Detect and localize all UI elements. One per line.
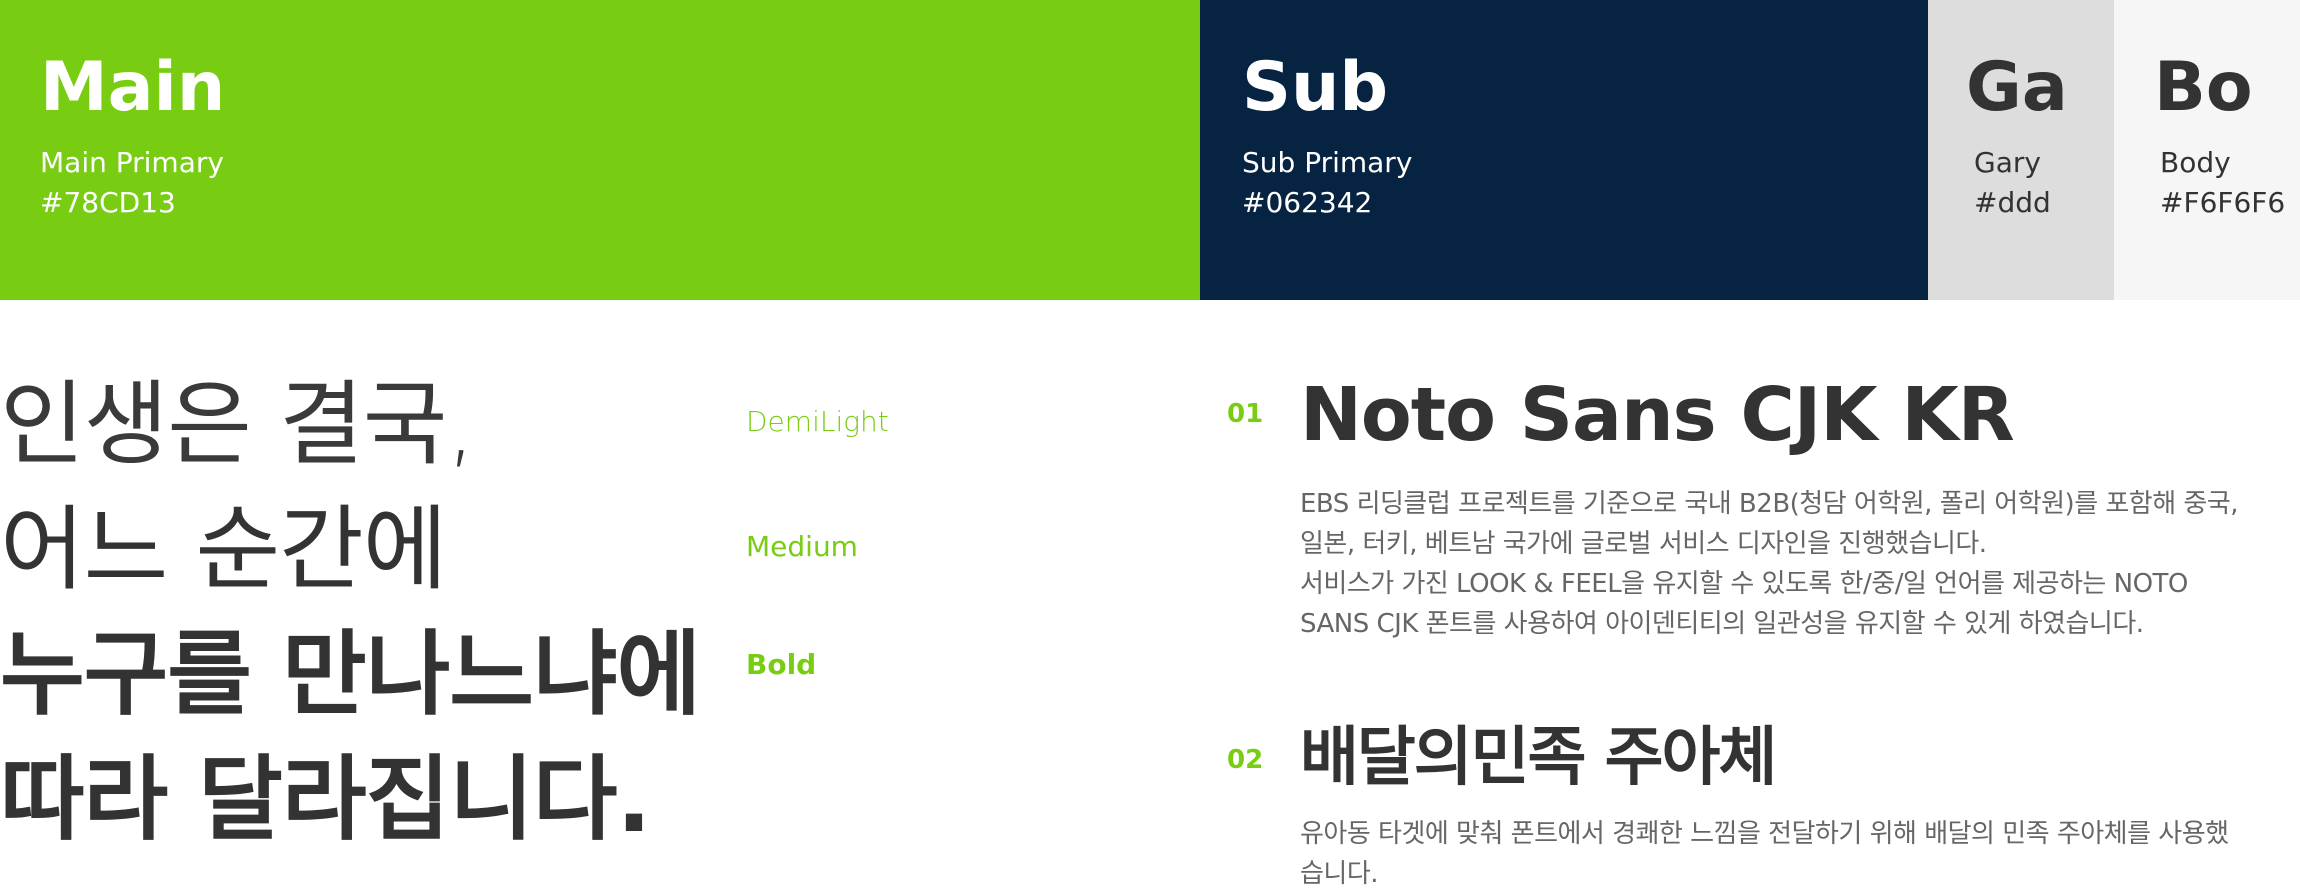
swatch-gray-hex: #ddd bbox=[1974, 186, 2051, 219]
swatch-main-label: Main Primary bbox=[40, 146, 224, 179]
swatch-body-hex: #F6F6F6 bbox=[2160, 186, 2286, 219]
swatch-sub: Sub Sub Primary #062342 bbox=[1200, 0, 1928, 300]
font-2-description-line: 습니다. bbox=[1300, 859, 1379, 889]
swatch-gray-label: Gary bbox=[1974, 146, 2041, 179]
swatch-main-hex: #78CD13 bbox=[40, 186, 176, 219]
swatch-body-title: Bo bbox=[2154, 48, 2253, 127]
swatch-gray: Ga Gary #ddd bbox=[1928, 0, 2114, 300]
slogan-line-3: 누구를 만나느냐에 bbox=[0, 621, 701, 728]
design-guide-page: Main Main Primary #78CD13 Sub Sub Primar… bbox=[0, 0, 2300, 894]
font-2-number: 02 bbox=[1227, 745, 1264, 775]
swatch-body: Bo Body #F6F6F6 bbox=[2114, 0, 2300, 300]
color-palette: Main Main Primary #78CD13 Sub Sub Primar… bbox=[0, 0, 2300, 300]
font-2-description-line: 유아동 타겟에 맞춰 폰트에서 경쾌한 느낌을 전달하기 위해 배달의 민족 주… bbox=[1300, 819, 2229, 849]
swatch-body-label: Body bbox=[2160, 146, 2231, 179]
font-1-name: Noto Sans CJK KR bbox=[1300, 372, 2015, 458]
swatch-gray-title: Ga bbox=[1966, 48, 2068, 127]
slogan-line-2: 어느 순간에 bbox=[0, 496, 447, 603]
swatch-sub-label: Sub Primary bbox=[1242, 146, 1413, 179]
font-2-name: 배달의민족 주아체 bbox=[1300, 721, 1777, 795]
weight-bold-label: Bold bbox=[746, 648, 817, 681]
weight-demilight-label: DemiLight bbox=[746, 405, 889, 438]
swatch-sub-title: Sub bbox=[1242, 48, 1389, 127]
font-1-description-line: 일본, 터키, 베트남 국가에 글로벌 서비스 디자인을 진행했습니다. bbox=[1300, 529, 1987, 559]
swatch-sub-hex: #062342 bbox=[1242, 186, 1373, 219]
font-1-description: EBS 리딩클럽 프로젝트를 기준으로 국내 B2B(청담 어학원, 폴리 어학… bbox=[1300, 484, 2300, 644]
weight-medium-label: Medium bbox=[746, 530, 858, 563]
swatch-main-title: Main bbox=[40, 48, 226, 127]
font-1-description-line: EBS 리딩클럽 프로젝트를 기준으로 국내 B2B(청담 어학원, 폴리 어학… bbox=[1300, 489, 2239, 519]
slogan-line-4: 따라 달라집니다. bbox=[0, 746, 651, 853]
font-1-number: 01 bbox=[1227, 399, 1264, 429]
font-1-description-line: 서비스가 가진 LOOK & FEEL을 유지할 수 있도록 한/중/일 언어를… bbox=[1300, 569, 2188, 599]
font-2-description: 유아동 타겟에 맞춰 폰트에서 경쾌한 느낌을 전달하기 위해 배달의 민족 주… bbox=[1300, 814, 2300, 894]
slogan-line-1: 인생은 결국, bbox=[0, 371, 476, 478]
font-1-description-line: SANS CJK 폰트를 사용하여 아이덴티티의 일관성을 유지할 수 있게 하… bbox=[1300, 609, 2144, 639]
swatch-main: Main Main Primary #78CD13 bbox=[0, 0, 1200, 300]
